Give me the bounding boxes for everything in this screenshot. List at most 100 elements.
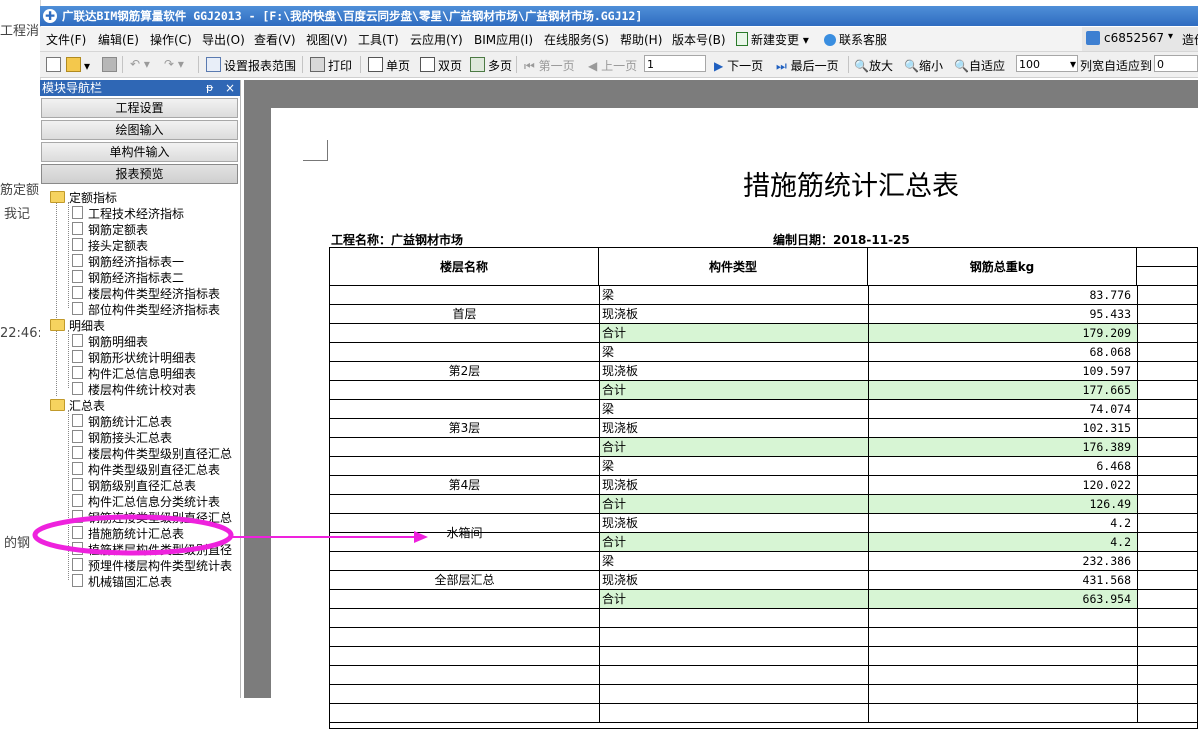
document-icon <box>72 222 83 235</box>
table-icon <box>206 57 221 72</box>
document-icon <box>72 286 83 299</box>
menu-help[interactable]: 帮助(H) <box>620 31 662 48</box>
menu-tools[interactable]: 工具(T) <box>358 31 399 48</box>
component-type-cell: 梁 <box>599 457 868 475</box>
menu-edit[interactable]: 编辑(E) <box>98 31 139 48</box>
tree-item[interactable]: 钢筋明细表 <box>72 334 148 350</box>
pin-icon[interactable]: ᵽ <box>206 80 213 96</box>
zoom-dropdown-arrow-icon[interactable]: ▾ <box>1070 57 1076 71</box>
tree-item[interactable]: 楼层构件类型级别直径汇总 <box>72 446 232 462</box>
nav-panel-header: 模块导航栏 ᵽ × <box>40 80 240 96</box>
tree-group-detail[interactable]: 明细表 <box>50 318 105 334</box>
tree-item[interactable]: 构件汇总信息明细表 <box>72 366 196 382</box>
new-change-label: 新建变更 <box>751 33 800 47</box>
tree-item[interactable]: 机械锚固汇总表 <box>72 574 172 590</box>
tree-item[interactable]: 工程技术经济指标 <box>72 206 184 222</box>
menu-cloud[interactable]: 云应用(Y) <box>410 31 463 48</box>
component-type-cell: 梁 <box>599 286 868 304</box>
fit-button[interactable]: 🔍自适应 <box>954 57 1005 74</box>
tree-item-label: 钢筋定额表 <box>88 223 149 237</box>
folder-icon <box>50 319 65 331</box>
tree-item[interactable]: 钢筋经济指标表一 <box>72 254 184 270</box>
tree-item[interactable]: 钢筋级别直径汇总表 <box>72 478 196 494</box>
open-folder-icon[interactable]: ▾ <box>66 57 90 73</box>
menu-version[interactable]: 版本号(B) <box>672 31 726 48</box>
tree-item[interactable]: 构件类型级别直径汇总表 <box>72 462 220 478</box>
tree-item[interactable]: 楼层构件统计校对表 <box>72 382 196 398</box>
zoom-in-icon: 🔍 <box>854 59 869 73</box>
print-button[interactable]: 打印 <box>310 57 352 74</box>
next-page-label: 下一页 <box>727 59 764 73</box>
nav-report-preview[interactable]: 报表预览 <box>41 164 238 184</box>
window-title-bar[interactable]: ✚ 广联达BIM钢筋算量软件 GGJ2013 - [F:\我的快盘\百度云同步盘… <box>40 6 1198 26</box>
tree-item[interactable]: 钢筋连接类型级别直径汇总 <box>72 510 232 526</box>
last-page-button[interactable]: ⏭ 最后一页 <box>776 57 839 74</box>
tree-item[interactable]: 钢筋经济指标表二 <box>72 270 184 286</box>
tree-item[interactable]: 预埋件楼层构件类型统计表 <box>72 558 232 574</box>
weight-cell: 74.074 <box>868 400 1137 418</box>
tree-group-summary[interactable]: 汇总表 <box>50 398 105 414</box>
menu-bim[interactable]: BIM应用(I) <box>474 31 533 48</box>
document-icon <box>72 542 83 555</box>
table-row: 合计 663.954 <box>330 590 1198 609</box>
document-icon <box>72 382 83 395</box>
menu-view[interactable]: 查看(V) <box>254 31 296 48</box>
document-icon <box>72 494 83 507</box>
first-page-button[interactable]: ⏮ 第一页 <box>524 57 575 74</box>
menu-file[interactable]: 文件(F) <box>46 31 86 48</box>
prev-page-button[interactable]: ◀ 上一页 <box>588 57 637 74</box>
zoom-in-button[interactable]: 🔍放大 <box>854 57 893 74</box>
menu-viewport[interactable]: 视图(V) <box>306 31 348 48</box>
tree-group-label: 明细表 <box>69 319 106 333</box>
report-range-button[interactable]: 设置报表范围 <box>206 57 296 74</box>
col-fit-input[interactable]: 0 <box>1154 55 1198 72</box>
tree-item-selected[interactable]: 措施筋统计汇总表 <box>72 526 184 542</box>
zoom-input[interactable]: 100 <box>1016 55 1078 72</box>
tree-item[interactable]: 楼层构件类型经济指标表 <box>72 286 220 302</box>
double-page-button[interactable]: 双页 <box>420 57 462 74</box>
report-preview-area[interactable]: 措施筋统计汇总表 工程名称：广益钢材市场 编制日期：2018-11-25 楼层名… <box>244 80 1198 729</box>
weight-cell: 120.022 <box>868 476 1137 494</box>
undo-icon[interactable]: ↶ ▾ <box>130 57 150 71</box>
table-row: 梁 68.068 <box>330 343 1198 362</box>
tree-item[interactable]: 钢筋定额表 <box>72 222 148 238</box>
component-type-cell: 现浇板 <box>599 476 868 494</box>
tree-group-quota[interactable]: 定额指标 <box>50 190 117 206</box>
bg-fragment: 我记 <box>4 207 31 222</box>
tree-item[interactable]: 植筋楼层构件类型级别直径 <box>72 542 232 558</box>
contact-support-button[interactable]: 联系客服 <box>824 31 887 48</box>
menu-operate[interactable]: 操作(C) <box>150 31 192 48</box>
next-page-button[interactable]: ▶ 下一页 <box>714 57 763 74</box>
nav-drawing-input[interactable]: 绘图输入 <box>41 120 238 140</box>
component-type-cell: 梁 <box>599 343 868 361</box>
component-type-cell: 梁 <box>599 552 868 570</box>
report-table: 楼层名称 构件类型 钢筋总重kg 首层 第2层 第3层 第4层 水箱间 全部层汇… <box>329 247 1198 729</box>
multi-page-button[interactable]: 多页 <box>470 57 512 74</box>
user-account[interactable]: c6852567 ▾ 造价i <box>1082 27 1198 51</box>
nav-single-component[interactable]: 单构件输入 <box>41 142 238 162</box>
tree-item[interactable]: 部位构件类型经济指标表 <box>72 302 220 318</box>
menu-extra[interactable]: 造价i <box>1182 31 1198 48</box>
tree-item-label: 楼层构件类型经济指标表 <box>88 287 221 301</box>
double-page-icon <box>420 57 435 72</box>
save-icon[interactable] <box>102 57 120 73</box>
tree-item[interactable]: 钢筋接头汇总表 <box>72 430 172 446</box>
component-type-cell: 现浇板 <box>599 305 868 323</box>
redo-icon[interactable]: ↷ ▾ <box>164 57 184 71</box>
tree-item[interactable]: 接头定额表 <box>72 238 148 254</box>
tree-item[interactable]: 钢筋统计汇总表 <box>72 414 172 430</box>
menu-export[interactable]: 导出(O) <box>202 31 245 48</box>
nav-project-settings[interactable]: 工程设置 <box>41 98 238 118</box>
page-number-input[interactable]: 1 <box>644 55 706 72</box>
close-icon[interactable]: × <box>225 80 235 96</box>
last-page-icon: ⏭ <box>776 59 787 73</box>
tree-item[interactable]: 钢筋形状统计明细表 <box>72 350 196 366</box>
new-file-icon[interactable] <box>46 57 64 73</box>
zoom-out-button[interactable]: 🔍缩小 <box>904 57 943 74</box>
tree-item[interactable]: 构件汇总信息分类统计表 <box>72 494 220 510</box>
new-change-button[interactable]: 新建变更 ▾ <box>736 31 809 48</box>
single-page-button[interactable]: 单页 <box>368 57 410 74</box>
report-tree: 定额指标 工程技术经济指标 钢筋定额表 接头定额表 钢筋经济指标表一 钢筋经济指… <box>40 190 238 698</box>
tree-item-label: 钢筋级别直径汇总表 <box>88 479 197 493</box>
menu-online[interactable]: 在线服务(S) <box>544 31 609 48</box>
